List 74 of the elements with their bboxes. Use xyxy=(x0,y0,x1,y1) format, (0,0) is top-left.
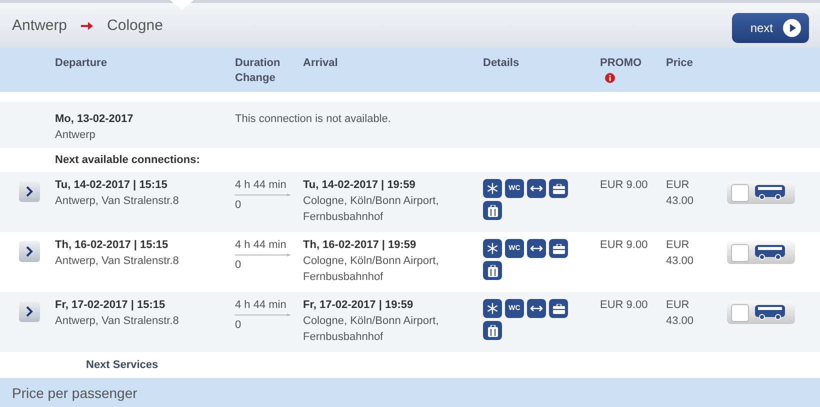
snowflake-icon xyxy=(483,179,502,198)
duration: 4 h 44 min xyxy=(235,178,288,193)
select-toggle[interactable] xyxy=(727,181,795,204)
change-count: 0 xyxy=(235,318,242,333)
select-toggle[interactable] xyxy=(727,301,795,324)
briefcase-icon xyxy=(549,239,568,258)
departure-place: Antwerp, Van Stralenstr.8 xyxy=(55,314,179,329)
departure-place: Antwerp xyxy=(55,128,96,143)
checkbox[interactable] xyxy=(731,304,749,322)
price-currency: EUR xyxy=(666,178,690,193)
header-notch xyxy=(170,0,194,10)
play-icon xyxy=(783,18,801,36)
chevron-right-icon xyxy=(26,306,33,317)
arrival-place: Cologne, Köln/Bonn Airport, Fernbusbahnhof xyxy=(303,314,440,345)
origin-city: Antwerp xyxy=(12,17,68,34)
departure-place: Antwerp, Van Stralenstr.8 xyxy=(55,194,179,209)
suitcase-icon xyxy=(483,261,502,280)
duration: 4 h 44 min xyxy=(235,298,288,313)
price-amount: 43.00 xyxy=(666,194,694,209)
column-header: Duration xyxy=(235,56,280,71)
price-amount: 43.00 xyxy=(666,314,694,329)
next-button[interactable]: next xyxy=(732,12,809,42)
change-count: 0 xyxy=(235,198,242,213)
expand-button[interactable] xyxy=(19,241,40,262)
departure-place: Antwerp, Van Stralenstr.8 xyxy=(55,254,179,269)
expand-button[interactable] xyxy=(19,181,40,202)
price-currency: EUR xyxy=(666,238,690,253)
next-services-link[interactable]: Next Services xyxy=(86,359,158,371)
arrival-time: Th, 16-02-2017 | 19:59 xyxy=(303,238,416,253)
duration: 4 h 44 min xyxy=(235,238,288,253)
checkbox[interactable] xyxy=(731,184,749,202)
arrow-right-icon xyxy=(81,22,94,30)
arrival-time: Tu, 14-02-2017 | 19:59 xyxy=(303,178,416,193)
expand-button[interactable] xyxy=(19,301,40,322)
change-count: 0 xyxy=(235,258,242,273)
departure-time: Th, 16-02-2017 | 15:15 xyxy=(55,238,168,253)
section-label: Next available connections: xyxy=(55,153,200,168)
duration-line xyxy=(235,313,291,317)
column-header: Arrival xyxy=(303,56,338,71)
column-header: PROMO xyxy=(600,56,642,71)
departure-date: Mo, 13-02-2017 xyxy=(55,112,134,127)
departure-time: Tu, 14-02-2017 | 15:15 xyxy=(55,178,168,193)
arrival-place: Cologne, Köln/Bonn Airport, Fernbusbahnhof xyxy=(303,254,440,285)
column-header: Price xyxy=(666,56,693,71)
duration-line xyxy=(235,193,291,197)
suitcase-icon xyxy=(483,201,502,220)
bus-icon xyxy=(755,245,785,260)
chevron-right-icon xyxy=(26,186,33,197)
bus-icon xyxy=(755,185,785,200)
snowflake-icon xyxy=(483,299,502,318)
snowflake-icon xyxy=(483,239,502,258)
promo-price: EUR 9.00 xyxy=(600,238,648,253)
departure-time: Fr, 17-02-2017 | 15:15 xyxy=(55,298,166,313)
briefcase-icon xyxy=(549,179,568,198)
column-header: Departure xyxy=(55,56,107,71)
arrival-place: Cologne, Köln/Bonn Airport, Fernbusbahnhof xyxy=(303,194,440,225)
price-amount: 43.00 xyxy=(666,254,694,269)
column-header: Details xyxy=(483,56,520,71)
duration-line xyxy=(235,253,291,257)
bus-icon xyxy=(755,305,785,320)
column-header: Change xyxy=(235,71,276,86)
briefcase-icon xyxy=(549,299,568,318)
price-currency: EUR xyxy=(666,298,690,313)
select-toggle[interactable] xyxy=(727,241,795,264)
promo-price: EUR 9.00 xyxy=(600,178,648,193)
promo-price: EUR 9.00 xyxy=(600,298,648,313)
chevron-right-icon xyxy=(26,246,33,257)
suitcase-icon xyxy=(483,321,502,340)
arrival-time: Fr, 17-02-2017 | 19:59 xyxy=(303,298,414,313)
checkbox[interactable] xyxy=(731,244,749,262)
unavailable-message: This connection is not available. xyxy=(235,112,391,127)
footer-title: Price per passenger xyxy=(12,384,138,400)
info-icon[interactable] xyxy=(605,73,615,83)
destination-city: Cologne xyxy=(107,17,163,34)
